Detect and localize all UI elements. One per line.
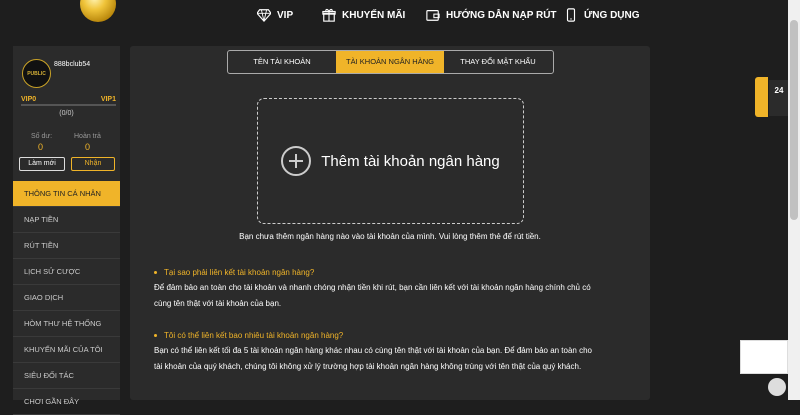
- refresh-button[interactable]: Làm mới: [19, 157, 65, 171]
- bullet-icon: [154, 271, 157, 275]
- rebate-value: 0: [85, 142, 91, 152]
- gift-icon: [322, 8, 336, 22]
- account-tabs: TÊN TÀI KHOẢN TÀI KHOẢN NGÂN HÀNG THAY Đ…: [227, 50, 554, 74]
- scrollbar[interactable]: [788, 0, 800, 400]
- support-24-label: 24: [774, 86, 784, 95]
- sidebar-item-withdraw[interactable]: RÚT TIỀN: [13, 233, 120, 259]
- nav-guide-label: HƯỚNG DẪN NẠP RÚT: [446, 9, 557, 21]
- nav-app[interactable]: ỨNG DỤNG: [564, 0, 640, 30]
- tab-change-password[interactable]: THAY ĐỔI MẬT KHẨU: [444, 51, 552, 73]
- avatar: PUBLIC: [22, 59, 51, 88]
- faq-answer-1-line-1: Để đảm bảo an toàn cho tài khoản và nhan…: [154, 283, 591, 292]
- phone-icon: [566, 8, 576, 22]
- top-nav: VIP KHUYẾN MÃI HƯỚNG DẪN NẠP RÚT ỨNG DỤN…: [0, 0, 800, 32]
- bullet-icon: [154, 334, 157, 338]
- receive-button[interactable]: Nhận: [71, 157, 115, 171]
- scrollbar-thumb[interactable]: [790, 20, 798, 220]
- chat-popup[interactable]: [740, 340, 788, 374]
- nav-vip-label: VIP: [277, 9, 294, 21]
- faq-answer-2-line-2: tài khoản của quý khách, chúng tôi không…: [154, 362, 582, 371]
- sidebar-item-deposit[interactable]: NẠP TIỀN: [13, 207, 120, 233]
- sidebar-menu: THÔNG TIN CÁ NHÂN NẠP TIỀN RÚT TIỀN LỊCH…: [13, 181, 120, 415]
- vip-progress-value: (0/0): [59, 110, 74, 117]
- nav-app-label: ỨNG DỤNG: [584, 9, 640, 21]
- no-bank-notice: Bạn chưa thêm ngân hàng nào vào tài khoả…: [239, 232, 541, 241]
- logo-ball[interactable]: [80, 0, 116, 22]
- vip-progress-bar: [21, 104, 116, 106]
- account-sidebar: PUBLIC 888bclub54 VIP0 VIP1 (0/0) Số dư:…: [13, 46, 120, 415]
- sidebar-item-my-promos[interactable]: KHUYẾN MÃI CỦA TÔI: [13, 337, 120, 363]
- chat-icon[interactable]: [768, 378, 786, 396]
- vip-next: VIP1: [100, 96, 116, 103]
- avatar-text: PUBLIC: [27, 70, 46, 77]
- faq-answer-2: Bạn có thể liên kết tối đa 5 tài khoản n…: [154, 343, 634, 375]
- add-bank-label: Thêm tài khoản ngân hàng: [321, 152, 500, 170]
- plus-circle-icon: [281, 146, 312, 176]
- sidebar-item-inbox[interactable]: HÒM THƯ HỆ THỐNG: [13, 311, 120, 337]
- sidebar-item-transactions[interactable]: GIAO DỊCH: [13, 285, 120, 311]
- faq-question-1-text: Tại sao phải liên kết tài khoản ngân hàn…: [164, 268, 315, 277]
- rebate-label: Hoàn trả: [74, 133, 101, 140]
- sidebar-item-profile[interactable]: THÔNG TIN CÁ NHÂN: [13, 181, 120, 207]
- nav-guide[interactable]: HƯỚNG DẪN NẠP RÚT: [426, 0, 557, 30]
- tab-account-name[interactable]: TÊN TÀI KHOẢN: [228, 51, 336, 73]
- sidebar-item-recent[interactable]: CHƠI GẦN ĐÂY: [13, 389, 120, 415]
- nav-promo-label: KHUYẾN MÃI: [342, 9, 406, 21]
- balance-label: Số dư:: [31, 133, 53, 140]
- sidebar-item-partners[interactable]: SIÊU ĐỐI TÁC: [13, 363, 120, 389]
- faq-answer-1-line-2: cùng tên thật với tài khoản của bạn.: [154, 299, 282, 308]
- nav-promo[interactable]: KHUYẾN MÃI: [322, 0, 405, 30]
- side-promo-tab[interactable]: [755, 77, 768, 117]
- username: 888bclub54: [54, 61, 91, 68]
- faq-question-2-text: Tôi có thể liên kết bao nhiêu tài khoản …: [164, 331, 344, 340]
- add-bank-account-button[interactable]: Thêm tài khoản ngân hàng: [257, 98, 524, 224]
- diamond-icon: [257, 9, 271, 22]
- main-panel: TÊN TÀI KHOẢN TÀI KHOẢN NGÂN HÀNG THAY Đ…: [130, 46, 650, 400]
- faq-answer-2-line-1: Bạn có thể liên kết tối đa 5 tài khoản n…: [154, 346, 592, 355]
- vip-current: VIP0: [21, 96, 37, 103]
- nav-vip[interactable]: VIP: [257, 0, 293, 30]
- balance-value: 0: [38, 142, 44, 152]
- support-widget[interactable]: 24: [769, 80, 789, 116]
- faq-answer-1: Để đảm bảo an toàn cho tài khoản và nhan…: [154, 280, 634, 312]
- sidebar-item-bet-history[interactable]: LỊCH SỬ CƯỢC: [13, 259, 120, 285]
- wallet-icon: [426, 10, 440, 21]
- faq-question-1: Tại sao phải liên kết tài khoản ngân hàn…: [154, 268, 314, 277]
- tab-bank-account[interactable]: TÀI KHOẢN NGÂN HÀNG: [336, 51, 444, 73]
- faq-question-2: Tôi có thể liên kết bao nhiêu tài khoản …: [154, 331, 343, 340]
